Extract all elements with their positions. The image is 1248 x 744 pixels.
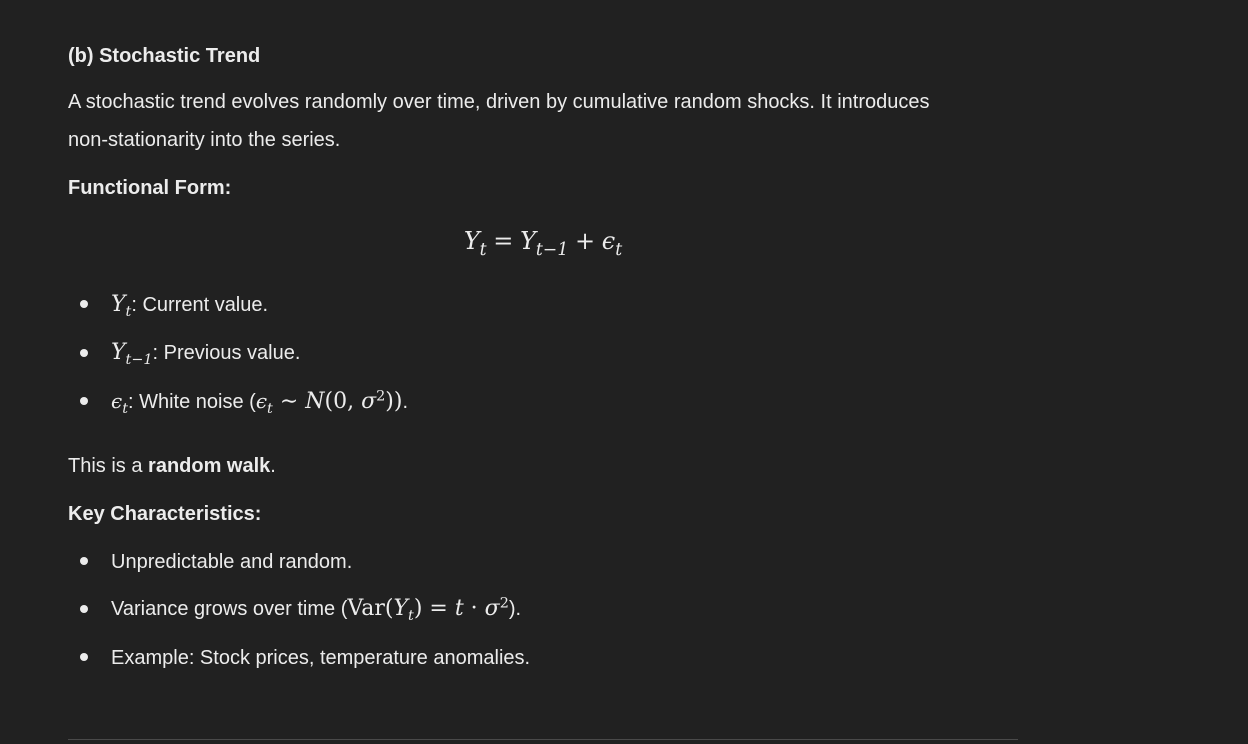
dist-sigma-sup: 2 [376, 388, 386, 405]
list-bullet [80, 557, 88, 565]
random-walk-suffix: . [270, 455, 276, 477]
dist-epsilon: ϵ [255, 389, 268, 413]
list-bullet [80, 349, 88, 357]
definition-item: Yt−1: Previous value. [111, 340, 301, 368]
eq-y: Y [463, 227, 480, 255]
eq-y-sub: t [479, 239, 487, 260]
characteristic-item: Unpredictable and random. [111, 551, 353, 573]
var-open: ( [384, 596, 394, 621]
random-walk-bold: random walk [148, 455, 271, 477]
intro-paragraph-line-2: non-stationarity into the series. [68, 129, 341, 151]
def-text: : Previous value. [152, 342, 301, 364]
eq-y-prev-sub: t−1 [535, 239, 569, 260]
section-heading: (b) Stochastic Trend [68, 45, 261, 67]
char-text: Variance grows over time ( [111, 598, 348, 620]
functional-form-label: Functional Form: [68, 177, 232, 199]
eq-epsilon: ϵ [601, 227, 616, 255]
list-bullet [80, 397, 88, 405]
def-text: : Current value. [131, 294, 269, 316]
def-symbol: Y [111, 340, 126, 365]
var-operator: Var [347, 596, 385, 621]
eq-plus: + [574, 227, 596, 255]
def-end: . [402, 391, 408, 413]
display-equation: Yt = Yt−1 + ϵt [68, 226, 1018, 260]
definition-item: ϵt: White noise (ϵt ∼ N(0, σ2)). [111, 388, 408, 416]
def-symbol-sub: t−1 [125, 352, 153, 368]
eq-epsilon-sub: t [615, 239, 623, 260]
characteristic-item: Example: Stock prices, temperature anoma… [111, 647, 531, 669]
var-sigma-sup: 2 [499, 595, 509, 612]
list-bullet [80, 300, 88, 308]
dist-close: )) [385, 389, 403, 414]
eq-equals: = [493, 227, 514, 255]
eq-y-prev: Y [520, 227, 536, 255]
intro-paragraph-line-1: A stochastic trend evolves randomly over… [68, 91, 930, 113]
def-symbol: Y [111, 292, 126, 317]
dist-tilde: ∼ [272, 389, 306, 414]
var-dot: · [463, 596, 485, 621]
list-bullet [80, 653, 88, 661]
list-bullet [80, 605, 88, 613]
def-text: : White noise ( [128, 391, 256, 413]
random-walk-sentence: This is a random walk. [68, 454, 276, 478]
characteristic-item: Variance grows over time (Var(Yt) = t · … [111, 595, 522, 623]
dist-n: N [305, 389, 325, 414]
dist-sigma: σ [361, 389, 377, 414]
definition-item: Yt: Current value. [111, 292, 269, 320]
var-y: Y [393, 596, 409, 621]
var-t: t [454, 596, 464, 621]
section-divider [68, 739, 1018, 740]
var-equals: = [422, 596, 455, 621]
var-end: ). [508, 598, 522, 620]
def-symbol: ϵ [111, 389, 123, 413]
var-sigma: σ [484, 596, 500, 621]
random-walk-prefix: This is a [68, 455, 149, 477]
key-characteristics-label: Key Characteristics: [68, 503, 262, 525]
dist-args: (0, [324, 389, 362, 414]
